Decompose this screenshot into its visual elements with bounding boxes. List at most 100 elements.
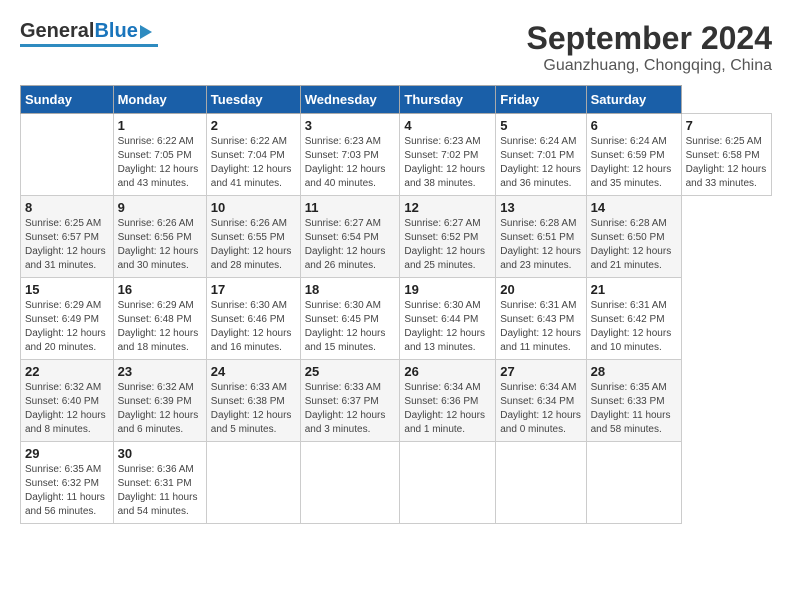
day-info: Sunrise: 6:32 AMSunset: 6:39 PMDaylight:… (118, 381, 202, 437)
day-info: Sunrise: 6:27 AMSunset: 6:52 PMDaylight:… (404, 217, 491, 273)
table-row: 29 Sunrise: 6:35 AMSunset: 6:32 PMDayligh… (21, 442, 114, 524)
table-row: 4 Sunrise: 6:23 AMSunset: 7:02 PMDaylight… (400, 114, 496, 196)
table-row: 24 Sunrise: 6:33 AMSunset: 6:38 PMDayligh… (206, 360, 300, 442)
col-wednesday: Wednesday (300, 86, 400, 114)
table-row: 3 Sunrise: 6:23 AMSunset: 7:03 PMDaylight… (300, 114, 400, 196)
day-number: 11 (305, 200, 396, 215)
table-row: 30Sunrise: 6:36 AMSunset: 6:31 PMDayligh… (113, 442, 206, 524)
day-number: 9 (118, 200, 202, 215)
page-header: GeneralBlue September 2024 Guanzhuang, C… (20, 20, 772, 75)
day-number: 20 (500, 282, 581, 297)
day-info: Sunrise: 6:25 AMSunset: 6:57 PMDaylight:… (25, 217, 109, 273)
table-row (496, 442, 586, 524)
title-area: September 2024 Guanzhuang, Chongqing, Ch… (527, 20, 772, 75)
logo-text-block: GeneralBlue (20, 20, 158, 47)
calendar-week-row: 29 Sunrise: 6:35 AMSunset: 6:32 PMDayligh… (21, 442, 772, 524)
table-row: 17 Sunrise: 6:30 AMSunset: 6:46 PMDayligh… (206, 278, 300, 360)
table-row: 25 Sunrise: 6:33 AMSunset: 6:37 PMDayligh… (300, 360, 400, 442)
day-info: Sunrise: 6:33 AMSunset: 6:38 PMDaylight:… (211, 381, 296, 437)
day-number: 23 (118, 364, 202, 379)
day-info: Sunrise: 6:36 AMSunset: 6:31 PMDaylight:… (118, 463, 202, 519)
day-info: Sunrise: 6:29 AMSunset: 6:49 PMDaylight:… (25, 299, 109, 355)
col-thursday: Thursday (400, 86, 496, 114)
table-row: 12 Sunrise: 6:27 AMSunset: 6:52 PMDayligh… (400, 196, 496, 278)
col-saturday: Saturday (586, 86, 681, 114)
logo-arrow-icon (140, 23, 158, 41)
day-number: 3 (305, 118, 396, 133)
day-number: 12 (404, 200, 491, 215)
day-number: 29 (25, 446, 109, 461)
day-info: Sunrise: 6:34 AMSunset: 6:34 PMDaylight:… (500, 381, 581, 437)
table-row: 23 Sunrise: 6:32 AMSunset: 6:39 PMDayligh… (113, 360, 206, 442)
table-row: 9Sunrise: 6:26 AMSunset: 6:56 PMDaylight… (113, 196, 206, 278)
calendar-title: September 2024 (527, 20, 772, 57)
day-number: 14 (591, 200, 677, 215)
table-row: 6Sunrise: 6:24 AMSunset: 6:59 PMDaylight… (586, 114, 681, 196)
table-row: 1 Sunrise: 6:22 AMSunset: 7:05 PMDaylight… (113, 114, 206, 196)
day-info: Sunrise: 6:28 AMSunset: 6:51 PMDaylight:… (500, 217, 581, 273)
day-number: 2 (211, 118, 296, 133)
col-monday: Monday (113, 86, 206, 114)
day-number: 13 (500, 200, 581, 215)
day-number: 18 (305, 282, 396, 297)
table-row: 28Sunrise: 6:35 AMSunset: 6:33 PMDayligh… (586, 360, 681, 442)
table-row: 14 Sunrise: 6:28 AMSunset: 6:50 PMDayligh… (586, 196, 681, 278)
day-number: 25 (305, 364, 396, 379)
day-info: Sunrise: 6:30 AMSunset: 6:45 PMDaylight:… (305, 299, 396, 355)
day-number: 27 (500, 364, 581, 379)
table-row: 22 Sunrise: 6:32 AMSunset: 6:40 PMDayligh… (21, 360, 114, 442)
table-row: 11Sunrise: 6:27 AMSunset: 6:54 PMDayligh… (300, 196, 400, 278)
day-number: 26 (404, 364, 491, 379)
day-number: 24 (211, 364, 296, 379)
day-info: Sunrise: 6:24 AMSunset: 6:59 PMDaylight:… (591, 135, 677, 191)
table-row: 27 Sunrise: 6:34 AMSunset: 6:34 PMDayligh… (496, 360, 586, 442)
table-row (21, 114, 114, 196)
day-number: 1 (118, 118, 202, 133)
calendar-week-row: 15 Sunrise: 6:29 AMSunset: 6:49 PMDayligh… (21, 278, 772, 360)
day-info: Sunrise: 6:31 AMSunset: 6:43 PMDaylight:… (500, 299, 581, 355)
day-number: 28 (591, 364, 677, 379)
day-info: Sunrise: 6:24 AMSunset: 7:01 PMDaylight:… (500, 135, 581, 191)
day-info: Sunrise: 6:30 AMSunset: 6:46 PMDaylight:… (211, 299, 296, 355)
col-sunday: Sunday (21, 86, 114, 114)
day-info: Sunrise: 6:30 AMSunset: 6:44 PMDaylight:… (404, 299, 491, 355)
col-tuesday: Tuesday (206, 86, 300, 114)
day-info: Sunrise: 6:33 AMSunset: 6:37 PMDaylight:… (305, 381, 396, 437)
calendar-table: Sunday Monday Tuesday Wednesday Thursday… (20, 85, 772, 524)
day-info: Sunrise: 6:34 AMSunset: 6:36 PMDaylight:… (404, 381, 491, 437)
table-row: 5 Sunrise: 6:24 AMSunset: 7:01 PMDaylight… (496, 114, 586, 196)
day-number: 16 (118, 282, 202, 297)
day-number: 19 (404, 282, 491, 297)
day-number: 17 (211, 282, 296, 297)
day-number: 21 (591, 282, 677, 297)
day-number: 5 (500, 118, 581, 133)
table-row: 13 Sunrise: 6:28 AMSunset: 6:51 PMDayligh… (496, 196, 586, 278)
table-row: 8Sunrise: 6:25 AMSunset: 6:57 PMDaylight… (21, 196, 114, 278)
day-info: Sunrise: 6:32 AMSunset: 6:40 PMDaylight:… (25, 381, 109, 437)
table-row (300, 442, 400, 524)
day-info: Sunrise: 6:29 AMSunset: 6:48 PMDaylight:… (118, 299, 202, 355)
table-row: 26 Sunrise: 6:34 AMSunset: 6:36 PMDayligh… (400, 360, 496, 442)
day-info: Sunrise: 6:23 AMSunset: 7:02 PMDaylight:… (404, 135, 491, 191)
day-number: 22 (25, 364, 109, 379)
logo-general: GeneralBlue (20, 20, 138, 43)
day-number: 15 (25, 282, 109, 297)
day-info: Sunrise: 6:26 AMSunset: 6:55 PMDaylight:… (211, 217, 296, 273)
day-number: 4 (404, 118, 491, 133)
calendar-week-row: 22 Sunrise: 6:32 AMSunset: 6:40 PMDayligh… (21, 360, 772, 442)
calendar-header-row: Sunday Monday Tuesday Wednesday Thursday… (21, 86, 772, 114)
day-info: Sunrise: 6:35 AMSunset: 6:32 PMDaylight:… (25, 463, 109, 519)
table-row (400, 442, 496, 524)
table-row: 21Sunrise: 6:31 AMSunset: 6:42 PMDayligh… (586, 278, 681, 360)
day-number: 10 (211, 200, 296, 215)
day-info: Sunrise: 6:28 AMSunset: 6:50 PMDaylight:… (591, 217, 677, 273)
table-row: 19 Sunrise: 6:30 AMSunset: 6:44 PMDayligh… (400, 278, 496, 360)
calendar-week-row: 1 Sunrise: 6:22 AMSunset: 7:05 PMDaylight… (21, 114, 772, 196)
day-info: Sunrise: 6:25 AMSunset: 6:58 PMDaylight:… (686, 135, 767, 191)
table-row: 7 Sunrise: 6:25 AMSunset: 6:58 PMDaylight… (681, 114, 771, 196)
day-info: Sunrise: 6:22 AMSunset: 7:05 PMDaylight:… (118, 135, 202, 191)
table-row (586, 442, 681, 524)
day-info: Sunrise: 6:23 AMSunset: 7:03 PMDaylight:… (305, 135, 396, 191)
day-number: 7 (686, 118, 767, 133)
calendar-subtitle: Guanzhuang, Chongqing, China (527, 57, 772, 75)
